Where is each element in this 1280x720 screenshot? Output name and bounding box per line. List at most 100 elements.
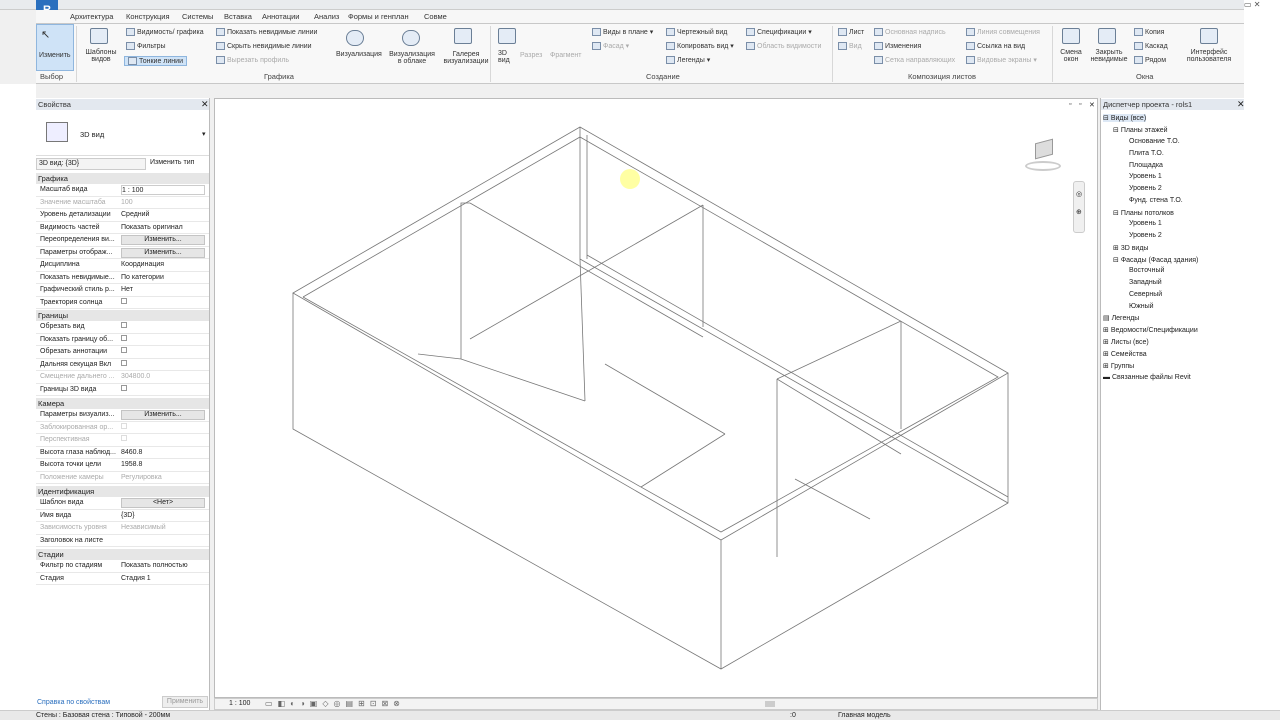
modify-button[interactable]: ↖ Изменить (36, 24, 74, 71)
remove-hidden-lines-button[interactable]: Скрыть невидимые линии (216, 42, 312, 50)
prop-row[interactable]: Масштаб вида 1 : 100 (36, 184, 209, 197)
checkbox[interactable] (121, 346, 205, 358)
section-button[interactable]: Разрез (520, 52, 542, 59)
tree-item[interactable]: Фунд. стена Т.О. (1129, 197, 1183, 204)
callout-button[interactable]: Фрагмент (550, 52, 581, 59)
edit-button[interactable]: Изменить... (121, 410, 205, 420)
3d-viewport[interactable]: ◎ ⊕ ▫ ▫ ✕ (214, 98, 1098, 698)
prop-row[interactable]: Траектория солнца (36, 297, 209, 309)
tab-structure[interactable]: Конструкция (126, 12, 170, 21)
prop-row[interactable]: Параметры визуализ... Изменить... (36, 409, 209, 422)
tree-item[interactable]: Восточный (1129, 267, 1164, 274)
section-phasing[interactable]: Стадии (36, 549, 209, 560)
prop-row[interactable]: Стадия Стадия 1 (36, 573, 209, 585)
prop-row[interactable]: Дисциплина Координация (36, 259, 209, 272)
minimize-icon[interactable]: ▫ (1069, 101, 1071, 108)
window-controls[interactable]: ▭ ✕ (1244, 0, 1260, 9)
title-block-button[interactable]: Основная надпись (874, 28, 946, 36)
tree-item[interactable]: Западный (1129, 279, 1162, 286)
prop-value[interactable]: Показать оригинал (121, 222, 205, 234)
prop-row[interactable]: Видимость частей Показать оригинал (36, 222, 209, 234)
3d-view-button[interactable]: 3D вид (498, 50, 512, 64)
edit-button[interactable]: Изменить... (121, 247, 205, 258)
panel-select-label[interactable]: Выбор (40, 72, 63, 81)
prop-row[interactable]: Показать границу об... (36, 334, 209, 346)
section-graphics[interactable]: Графика (36, 173, 209, 184)
filters-button[interactable]: Фильтры (126, 42, 166, 50)
switch-windows-button[interactable]: Смена окон (1056, 49, 1086, 63)
tab-annotate[interactable]: Аннотации (262, 12, 300, 21)
prop-value[interactable]: Нет (121, 284, 205, 296)
prop-row[interactable]: Обрезать вид (36, 321, 209, 334)
tree-legends[interactable]: ▤ Легенды (1103, 314, 1139, 322)
tree-item[interactable]: Плита Т.О. (1129, 150, 1164, 157)
plan-views-button[interactable]: Виды в плане ▾ (592, 28, 653, 37)
cascade-button[interactable]: Каскад (1134, 42, 1168, 50)
tree-floor-plans[interactable]: ⊟ Планы этажей (1113, 126, 1168, 134)
prop-row[interactable]: Обрезать аннотации (36, 346, 209, 359)
viewcube[interactable] (1023, 138, 1063, 175)
section-camera[interactable]: Камера (36, 398, 209, 409)
tree-families[interactable]: ⊞ Семейства (1103, 350, 1147, 358)
tree-item[interactable]: Уровень 2 (1129, 232, 1162, 239)
tree-sheets[interactable]: ⊞ Листы (все) (1103, 338, 1149, 346)
scope-box-button[interactable]: Область видимости (746, 42, 821, 50)
navigation-bar[interactable]: ◎ ⊕ (1073, 181, 1085, 233)
steering-wheel-icon[interactable]: ◎ (1076, 190, 1082, 198)
tab-insert[interactable]: Вставка (224, 12, 252, 21)
tree-item[interactable]: Уровень 1 (1129, 220, 1162, 227)
prop-value[interactable]: Показать полностью (121, 560, 205, 572)
prop-row[interactable]: Высота глаза наблюд... 8460.8 (36, 447, 209, 459)
tree-item[interactable]: Северный (1129, 291, 1162, 298)
prop-value[interactable]: 8460.8 (121, 447, 205, 459)
tree-3d-views[interactable]: ⊞ 3D виды (1113, 244, 1148, 252)
revisions-button[interactable]: Изменения (874, 42, 921, 50)
view-templates-button[interactable]: Шаблоны видов (84, 49, 118, 63)
section-extents[interactable]: Границы (36, 310, 209, 321)
tree-ceiling-plans[interactable]: ⊟ Планы потолков (1113, 209, 1174, 217)
user-interface-button[interactable]: Интерфейс пользователя (1182, 49, 1236, 63)
tree-schedules[interactable]: ⊞ Ведомости/Спецификации (1103, 326, 1198, 334)
tab-systems[interactable]: Системы (182, 12, 213, 21)
prop-row[interactable]: Показать невидимые... По категории (36, 272, 209, 284)
prop-value[interactable]: {3D} (121, 510, 205, 522)
zoom-icon[interactable]: ⊕ (1076, 208, 1082, 216)
close-hidden-button[interactable]: Закрыть невидимые (1088, 49, 1130, 63)
prop-row[interactable]: Заголовок на листе (36, 535, 209, 547)
guide-grid-button[interactable]: Сетка направляющих (874, 56, 955, 64)
view-scale[interactable]: 1 : 100 (229, 700, 250, 707)
section-identity[interactable]: Идентификация (36, 486, 209, 497)
template-button[interactable]: <Нет> (121, 498, 205, 508)
tab-analyze[interactable]: Анализ (314, 12, 339, 21)
checkbox[interactable] (121, 297, 205, 309)
tree-item[interactable]: Уровень 1 (1129, 173, 1162, 180)
edit-type-button[interactable]: Изменить тип (150, 159, 194, 166)
schedules-button[interactable]: Спецификации ▾ (746, 28, 812, 37)
prop-value[interactable]: По категории (121, 272, 205, 284)
prop-row[interactable]: Дальняя секущая Вкл (36, 359, 209, 371)
view-control-icons[interactable]: ▭◧◐◑▣◇◎▤⊞⊡⊠⊗ (265, 699, 405, 708)
thin-lines-button[interactable]: Тонкие линии (124, 56, 187, 66)
prop-row[interactable]: Параметры отображ... Изменить... (36, 247, 209, 259)
prop-row[interactable]: Графический стиль р... Нет (36, 284, 209, 297)
prop-row[interactable]: Шаблон вида <Нет> (36, 497, 209, 510)
properties-help-link[interactable]: Справка по свойствам (37, 699, 110, 706)
close-icon[interactable]: ✕ (201, 99, 209, 110)
close-icon[interactable]: ✕ (1089, 101, 1095, 109)
render-button[interactable]: Визуализация (336, 51, 382, 58)
view-reference-button[interactable]: Ссылка на вид (966, 42, 1025, 50)
legends-button[interactable]: Легенды ▾ (666, 56, 710, 65)
checkbox[interactable] (121, 334, 205, 346)
prop-row[interactable]: Уровень детализации Средний (36, 209, 209, 222)
prop-row[interactable]: Переопределения ви... Изменить... (36, 234, 209, 247)
tree-views-all[interactable]: ⊟ Виды (все) (1103, 114, 1147, 122)
drafting-view-button[interactable]: Чертежный вид (666, 28, 727, 36)
tab-collaborate[interactable]: Совме (424, 12, 447, 21)
prop-row[interactable]: Высота точки цели 1958.8 (36, 459, 209, 472)
cut-profile-button[interactable]: Вырезать профиль (216, 56, 289, 64)
tree-item[interactable]: Основание Т.О. (1129, 138, 1180, 145)
prop-value[interactable]: 1 : 100 (121, 185, 205, 195)
replicate-button[interactable]: Копия (1134, 28, 1164, 36)
prop-row[interactable]: Границы 3D вида (36, 384, 209, 396)
instance-selector[interactable]: 3D вид: {3D} (36, 158, 146, 170)
